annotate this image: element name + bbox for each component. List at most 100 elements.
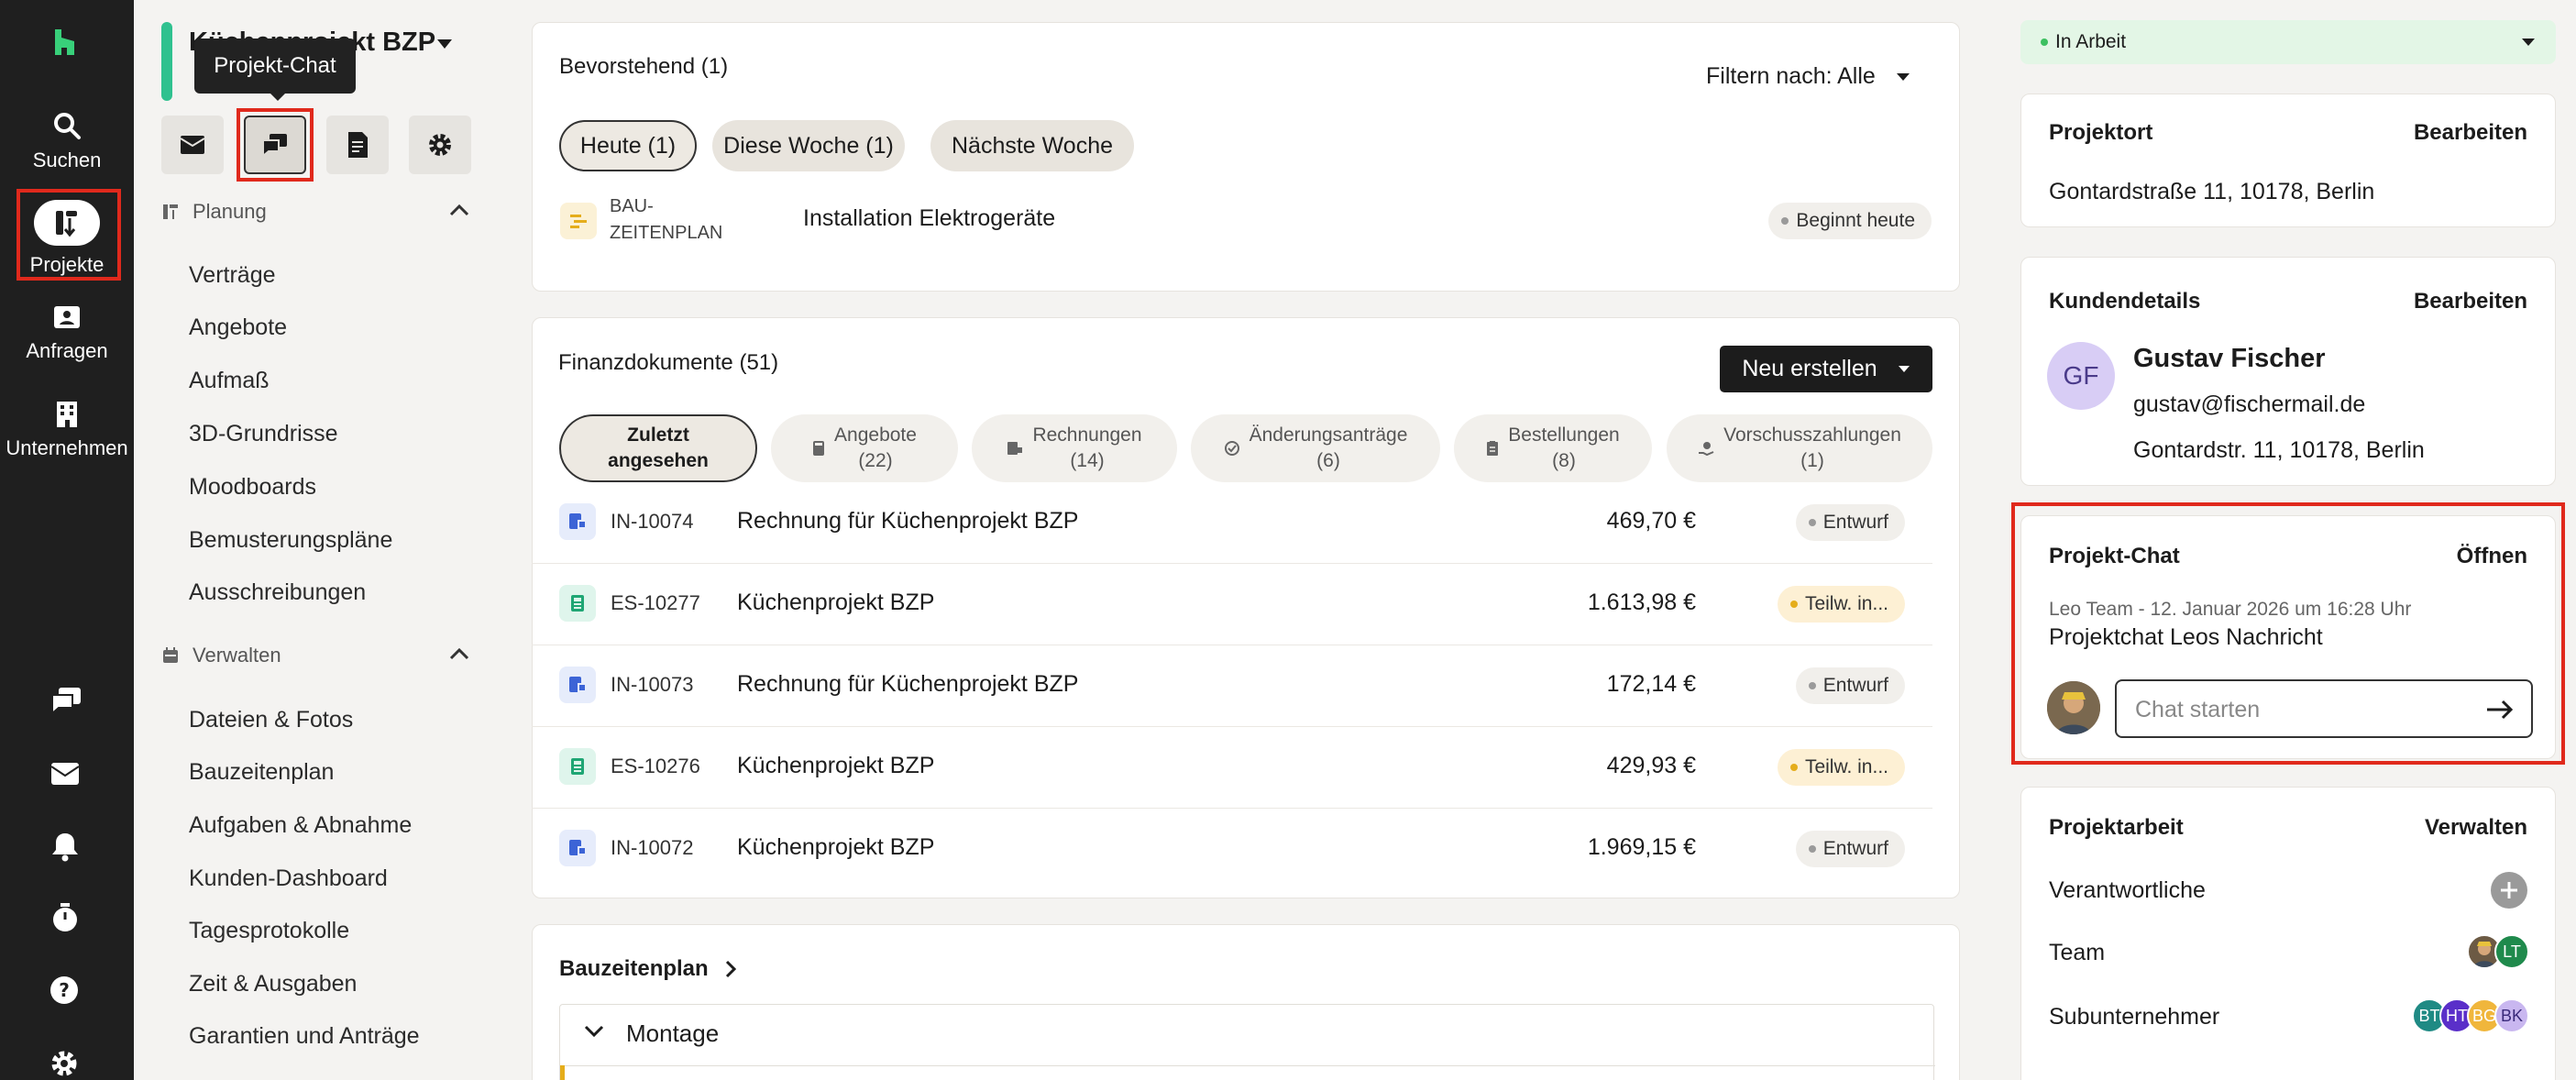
schedule-card: Bauzeitenplan Montage: [532, 924, 1960, 1080]
pill-next-week[interactable]: Nächste Woche: [930, 120, 1134, 171]
sidebar-item-3d-grundrisse[interactable]: 3D-Grundrisse: [189, 421, 338, 447]
status-dropdown[interactable]: In Arbeit: [2020, 20, 2556, 64]
rail-projects[interactable]: Projekte: [0, 200, 134, 277]
mail-button[interactable]: [161, 116, 224, 174]
doc-number: IN-10072: [611, 836, 694, 859]
upcoming-item-title[interactable]: Installation Elektrogeräte: [803, 205, 1055, 232]
tab-label: Bestellungen: [1508, 424, 1620, 446]
tab-quotes[interactable]: Angebote (22): [771, 414, 958, 482]
schedule-group: Montage: [559, 1004, 1935, 1080]
doc-title: Rechnung für Küchenprojekt BZP: [737, 671, 1079, 697]
section-manage[interactable]: Verwalten: [161, 644, 281, 667]
upcoming-item-status: Beginnt heute: [1768, 203, 1932, 239]
chevron-down-icon[interactable]: [584, 1025, 604, 1038]
rail-requests[interactable]: Anfragen: [0, 304, 134, 363]
pill-this-week[interactable]: Diese Woche (1): [712, 120, 905, 171]
customer-address: Gontardstr. 11, 10178, Berlin: [2133, 437, 2425, 463]
avatar[interactable]: LT: [2494, 934, 2529, 969]
pill-today[interactable]: Heute (1): [559, 120, 697, 171]
upcoming-title: Bevorstehend (1): [559, 54, 729, 79]
rail-label: Anfragen: [26, 339, 108, 362]
tab-invoices[interactable]: Rechnungen (14): [972, 414, 1177, 482]
sidebar-item-kunden-dashboard[interactable]: Kunden-Dashboard: [189, 865, 388, 892]
chat-icon[interactable]: [50, 686, 83, 715]
rail-company[interactable]: Unternehmen: [0, 400, 134, 460]
sidebar-item-ausschreibungen[interactable]: Ausschreibungen: [189, 579, 366, 606]
customer-email[interactable]: gustav@fischermail.de: [2133, 391, 2365, 418]
tab-change-orders[interactable]: Änderungsanträge (6): [1191, 414, 1440, 482]
schedule-title[interactable]: Bauzeitenplan: [559, 956, 736, 982]
tab-advance-payments[interactable]: Vorschusszahlungen (1): [1667, 414, 1932, 482]
sidebar-item-zeit-ausgaben[interactable]: Zeit & Ausgaben: [189, 971, 357, 997]
project-settings-button[interactable]: [409, 116, 471, 174]
caret-down-icon: [2522, 39, 2535, 46]
chat-input[interactable]: Chat starten: [2115, 679, 2533, 738]
bell-icon[interactable]: [50, 831, 80, 862]
sidebar-item-tagesprotokolle[interactable]: Tagesprotokolle: [189, 918, 349, 944]
table-row[interactable]: IN-10072 Küchenprojekt BZP 1.969,15 € En…: [532, 809, 1932, 890]
edit-location-link[interactable]: Bearbeiten: [2414, 120, 2527, 146]
project-chat-button[interactable]: [244, 116, 306, 174]
sidebar-item-moodboards[interactable]: Moodboards: [189, 474, 316, 501]
status-badge: Entwurf: [1795, 667, 1905, 704]
status-badge: Entwurf: [1795, 504, 1905, 541]
add-responsible-button[interactable]: [2491, 872, 2527, 909]
location-address: Gontardstraße 11, 10178, Berlin: [2049, 179, 2375, 204]
schedule-group-title[interactable]: Montage: [626, 1019, 719, 1048]
document-icon: [348, 132, 368, 158]
sidebar-item-angebote[interactable]: Angebote: [189, 314, 287, 341]
chat-message: Projektchat Leos Nachricht: [2049, 624, 2323, 650]
status-badge: Teilw. in...: [1777, 586, 1905, 623]
rail-search[interactable]: Suchen: [0, 110, 134, 172]
sidebar-item-bemusterungsplaene[interactable]: Bemusterungspläne: [189, 527, 392, 554]
table-row[interactable]: IN-10073 Rechnung für Küchenprojekt BZP …: [532, 645, 1932, 727]
mail-icon: [180, 136, 205, 154]
document-button[interactable]: [326, 116, 389, 174]
search-icon: [54, 113, 81, 139]
sidebar-item-garantien[interactable]: Garantien und Anträge: [189, 1023, 420, 1050]
caret-down-icon[interactable]: [436, 39, 453, 50]
timer-icon[interactable]: [50, 902, 80, 933]
responsible-label: Verantwortliche: [2049, 877, 2206, 903]
section-planning[interactable]: Planung: [161, 200, 267, 224]
table-row[interactable]: ES-10276 Küchenprojekt BZP 429,93 € Teil…: [532, 727, 1932, 809]
table-row[interactable]: IN-10074 Rechnung für Küchenprojekt BZP …: [532, 482, 1932, 564]
status-dot: [1789, 601, 1798, 608]
building-icon: [57, 402, 77, 427]
plus-icon: [2501, 882, 2517, 898]
tooltip-arrow: [269, 92, 287, 101]
table-row[interactable]: ES-10277 Küchenprojekt BZP 1.613,98 € Te…: [532, 564, 1932, 645]
doc-amount: 469,70 €: [1606, 508, 1696, 534]
filter-dropdown[interactable]: Filtern nach: Alle: [1706, 63, 1910, 90]
avatar[interactable]: BK: [2494, 998, 2529, 1033]
settings-icon[interactable]: [50, 1049, 79, 1078]
mail-icon[interactable]: [50, 761, 81, 787]
sidebar-item-aufgaben-abnahme[interactable]: Aufgaben & Abnahme: [189, 812, 412, 839]
new-document-button[interactable]: Neu erstellen: [1720, 346, 1932, 392]
edit-customer-link[interactable]: Bearbeiten: [2414, 289, 2527, 314]
status-text: Entwurf: [1822, 675, 1888, 696]
tab-recent[interactable]: Zuletzt angesehen: [559, 414, 757, 482]
schedule-bar-accent: [560, 1065, 565, 1080]
chevron-up-icon[interactable]: [449, 647, 469, 660]
doc-title: Rechnung für Küchenprojekt BZP: [737, 508, 1079, 534]
chevron-up-icon[interactable]: [449, 204, 469, 216]
help-icon[interactable]: ?: [50, 975, 79, 1005]
houzz-logo-icon[interactable]: [48, 26, 81, 59]
tab-label: Vorschusszahlungen: [1723, 424, 1901, 446]
upcoming-card: Bevorstehend (1) Filtern nach: Alle Heut…: [532, 22, 1960, 292]
manage-work-link[interactable]: Verwalten: [2425, 815, 2527, 841]
tab-orders[interactable]: Bestellungen (8): [1454, 414, 1652, 482]
sidebar-item-aufmass[interactable]: Aufmaß: [189, 368, 270, 394]
sidebar-item-dateien-fotos[interactable]: Dateien & Fotos: [189, 707, 353, 733]
customer-name[interactable]: Gustav Fischer: [2133, 344, 2326, 374]
estimate-doc-icon: [559, 585, 596, 622]
sidebar-item-bauzeitenplan[interactable]: Bauzeitenplan: [189, 759, 334, 786]
arrow-right-icon[interactable]: [2485, 700, 2515, 720]
type-line: BAU-: [610, 196, 654, 216]
tab-label: angesehen: [608, 450, 709, 471]
open-chat-link[interactable]: Öffnen: [2457, 544, 2527, 569]
status-text: Entwurf: [1822, 838, 1888, 859]
sidebar-item-vertraege[interactable]: Verträge: [189, 262, 276, 289]
doc-title: Küchenprojekt BZP: [737, 834, 935, 860]
